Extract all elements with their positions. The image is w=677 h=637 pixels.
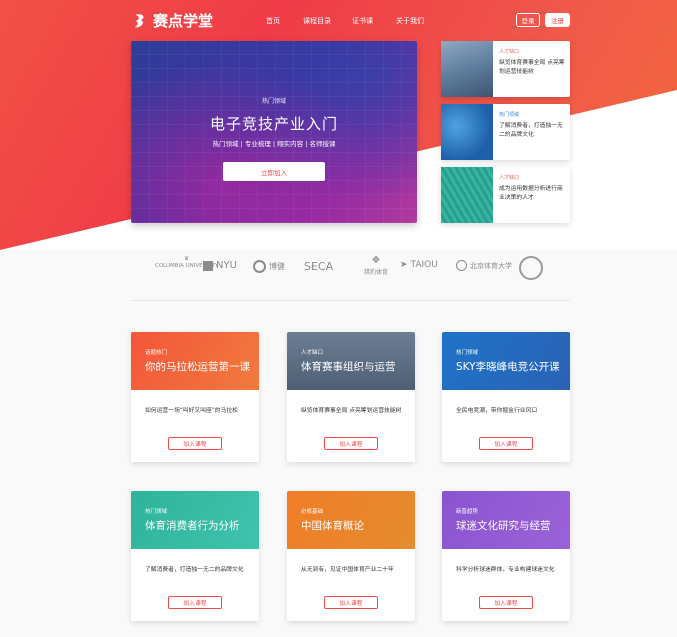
course-card[interactable]: 热门领域 SKY李晓峰电竞公开课 全民电竞潮，带你掘金行业风口 加入课程 bbox=[442, 332, 570, 462]
hero-subtitle: 热门领域 | 专业梳理 | 翔实内容 | 名师授课 bbox=[212, 140, 336, 148]
course-card[interactable]: 人才缺口 体育赛事组织与运营 纵览体育赛事全局 点亮筹划运营技能树 加入课程 bbox=[287, 332, 415, 462]
join-course-button[interactable]: 加入课程 bbox=[324, 596, 378, 609]
register-button[interactable]: 注册 bbox=[545, 13, 570, 27]
partner-logo-seca: SECA bbox=[304, 260, 334, 273]
course-tag: 话题热门 bbox=[145, 350, 168, 356]
course-title: 你的马拉松运营第一课 bbox=[145, 361, 250, 373]
side-card-tag: 热门领域 bbox=[499, 112, 520, 118]
course-desc: 全民电竞潮，带你掘金行业风口 bbox=[456, 408, 538, 414]
join-course-button[interactable]: 加入课程 bbox=[168, 437, 222, 450]
side-card[interactable]: 热门领域 了解消费者，打造独一无二的品牌文化 bbox=[441, 104, 570, 160]
course-desc: 科学分析球迷群体，专业构建球迷文化 bbox=[456, 567, 555, 573]
side-card-image bbox=[441, 41, 493, 97]
nav-course-catalog[interactable]: 课程目录 bbox=[303, 16, 331, 26]
seal-icon bbox=[519, 256, 543, 280]
side-card-desc: 了解消费者，打造独一无二的品牌文化 bbox=[499, 123, 563, 138]
side-card-image bbox=[441, 167, 493, 223]
partner-logo-liebao: ❖ 猎豹体育 bbox=[364, 255, 389, 276]
course-desc: 如何运营一场“叫好又叫座”的马拉松 bbox=[145, 408, 238, 414]
nav-certificate[interactable]: 证书课 bbox=[352, 16, 373, 26]
join-course-button[interactable]: 加入课程 bbox=[168, 596, 222, 609]
side-card[interactable]: 人才缺口 成为运用数据分析进行商业决策的人才 bbox=[441, 167, 570, 223]
join-course-button[interactable]: 加入课程 bbox=[324, 437, 378, 450]
hero-banner[interactable]: 热门领域 电子竞技产业入门 热门领域 | 专业梳理 | 翔实内容 | 名师授课 … bbox=[131, 41, 417, 223]
course-tag: 人才缺口 bbox=[301, 350, 324, 356]
partner-logo-taiou: ➤ TAIOU bbox=[400, 260, 438, 270]
arrow-logo-icon: ➤ bbox=[400, 260, 408, 270]
side-card-desc: 纵览体育赛事全局 点亮筹划运营技能树 bbox=[499, 60, 565, 75]
course-tag: 新晋趋势 bbox=[456, 509, 479, 515]
partner-logo-nyu: NYU bbox=[203, 260, 237, 271]
course-title: 体育赛事组织与运营 bbox=[301, 361, 396, 373]
side-card-tag: 人才缺口 bbox=[499, 49, 520, 55]
hero-title: 电子竞技产业入门 bbox=[209, 115, 338, 133]
section-divider bbox=[131, 300, 570, 301]
nav-about[interactable]: 关于我们 bbox=[396, 16, 424, 26]
course-desc: 从无到有，见证中国体育产业二十年 bbox=[301, 567, 394, 573]
side-card-image bbox=[441, 104, 493, 160]
course-title: 体育消费者行为分析 bbox=[145, 520, 240, 532]
course-title: 球迷文化研究与经营 bbox=[456, 520, 551, 532]
partner-logos: ♛ COLUMBIA UNIVERSITY NYU 博健 SECA ❖ 猎豹体育… bbox=[0, 250, 677, 284]
partner-logo-bsu: 北京体育大学 bbox=[456, 260, 512, 271]
partner-logo-seal bbox=[519, 256, 543, 280]
login-button[interactable]: 登录 bbox=[516, 13, 540, 27]
site-header: 赛点学堂 首页 课程目录 证书课 关于我们 登录 注册 bbox=[0, 0, 677, 42]
course-desc: 纵览体育赛事全局 点亮筹划运营技能树 bbox=[301, 408, 402, 414]
partner-logo-bojian: 博健 bbox=[253, 260, 285, 273]
course-title: SKY李晓峰电竞公开课 bbox=[456, 361, 560, 373]
course-tag: 热门领域 bbox=[456, 350, 479, 356]
side-card[interactable]: 人才缺口 纵览体育赛事全局 点亮筹划运营技能树 bbox=[441, 41, 570, 97]
course-tag: 热门领域 bbox=[145, 509, 168, 515]
join-course-button[interactable]: 加入课程 bbox=[479, 596, 533, 609]
course-card[interactable]: 新晋趋势 球迷文化研究与经营 科学分析球迷群体，专业构建球迷文化 加入课程 bbox=[442, 491, 570, 621]
cheetah-icon: ❖ bbox=[371, 255, 381, 266]
torch-icon bbox=[203, 260, 213, 271]
nav-home[interactable]: 首页 bbox=[266, 16, 280, 26]
side-card-tag: 人才缺口 bbox=[499, 175, 520, 181]
course-title: 中国体育概论 bbox=[301, 520, 364, 532]
circle-logo-icon bbox=[253, 260, 266, 273]
crown-icon: ♛ bbox=[184, 256, 190, 262]
course-card[interactable]: 话题热门 你的马拉松运营第一课 如何运营一场“叫好又叫座”的马拉松 加入课程 bbox=[131, 332, 259, 462]
hero-join-button[interactable]: 立即加入 bbox=[223, 162, 325, 181]
side-card-desc: 成为运用数据分析进行商业决策的人才 bbox=[499, 186, 563, 201]
join-course-button[interactable]: 加入课程 bbox=[479, 437, 533, 450]
hero-tag: 热门领域 bbox=[261, 98, 286, 105]
course-card[interactable]: 热门领域 体育消费者行为分析 了解消费者，打造独一无二的品牌文化 加入课程 bbox=[131, 491, 259, 621]
course-card[interactable]: 必修基础 中国体育概论 从无到有，见证中国体育产业二十年 加入课程 bbox=[287, 491, 415, 621]
course-tag: 必修基础 bbox=[301, 509, 324, 515]
emblem-icon bbox=[456, 260, 467, 271]
course-desc: 了解消费者，打造独一无二的品牌文化 bbox=[145, 567, 244, 573]
main-nav: 首页 课程目录 证书课 关于我们 bbox=[0, 16, 677, 30]
